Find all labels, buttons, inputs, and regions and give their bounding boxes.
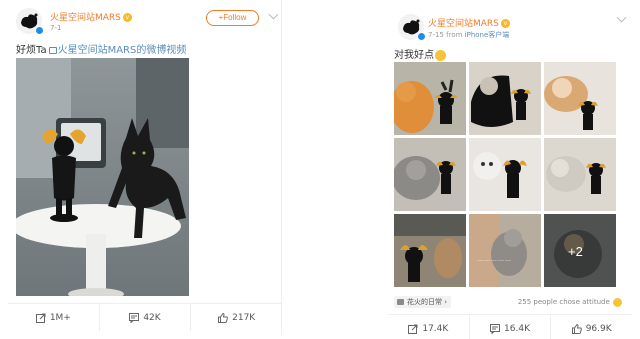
verified-badge-icon [35, 26, 44, 35]
like-button[interactable]: 96.9K [551, 315, 632, 339]
follow-button[interactable]: +Follow [206, 10, 259, 26]
left-post-card: 火星空间站MARS v 7-1 +Follow 好烦Ta 火星空间站MARS的微博视… [8, 0, 282, 335]
topic-label: 花火的日常 [407, 298, 442, 306]
photo-8[interactable]: …………… [469, 214, 541, 287]
camera-icon [397, 299, 404, 305]
photo-2[interactable] [469, 62, 541, 135]
repost-icon [408, 324, 418, 334]
comment-icon [129, 312, 140, 323]
vip-badge-icon: v [500, 19, 510, 28]
video-player[interactable] [16, 58, 189, 296]
source-prefix: from [446, 31, 463, 39]
video-link-icon [48, 46, 57, 54]
like-count: 217K [232, 312, 256, 323]
action-bar: 1M+ 42K 217K [8, 303, 282, 331]
comment-count: 16.4K [504, 323, 530, 334]
chevron-down-icon[interactable] [616, 12, 627, 23]
photo-4[interactable] [394, 138, 466, 211]
thumbs-up-icon [218, 312, 228, 323]
photo-9[interactable]: +2 [544, 214, 616, 287]
post-source[interactable]: iPhone客户端 [465, 31, 510, 39]
repost-icon [35, 313, 46, 323]
photo-grid: …………… +2 [394, 62, 617, 287]
comment-count: 42K [143, 312, 161, 323]
photo-5[interactable] [469, 138, 541, 211]
more-photos-badge[interactable]: +2 [568, 244, 583, 259]
repost-button[interactable]: 1M+ [8, 304, 100, 331]
right-post-card: 火星空间站MARS v 7-15 from iPhone客户端 对我好点 ………… [388, 0, 632, 339]
topic-tag[interactable]: 花火的日常 › [394, 296, 452, 308]
photo-overlay-caption: …………… [477, 256, 512, 263]
thumbs-up-icon [571, 323, 582, 334]
chevron-down-icon[interactable] [268, 9, 279, 20]
post-date[interactable]: 7-1 [50, 24, 61, 32]
action-bar: 17.4K 16.4K 96.9K [388, 314, 632, 339]
post-text-prefix: 好烦Ta [16, 45, 47, 56]
repost-button[interactable]: 17.4K [388, 315, 470, 339]
user-name[interactable]: 火星空间站MARS v [428, 16, 510, 29]
topic-row: 花火的日常 › 255 people chose attitude [394, 296, 622, 308]
emoji-icon [435, 49, 446, 61]
verified-badge-icon [417, 32, 426, 41]
video-link[interactable]: 火星空间站MARS的微博视频 [58, 45, 187, 56]
photo-3[interactable] [544, 62, 616, 135]
post-text: 对我好点 [394, 46, 446, 61]
post-text: 好烦Ta 火星空间站MARS的微博视频 [16, 41, 186, 56]
photo-1[interactable] [394, 62, 466, 135]
repost-count: 1M+ [49, 312, 71, 323]
post-meta: 7-15 from iPhone客户端 [428, 30, 509, 40]
vip-badge-icon: v [122, 13, 132, 22]
comment-button[interactable]: 42K [100, 304, 192, 331]
comment-button[interactable]: 16.4K [470, 315, 552, 339]
repost-count: 17.4K [422, 323, 449, 334]
comment-icon [490, 323, 501, 334]
post-date[interactable]: 7-15 [428, 31, 444, 39]
like-count: 96.9K [585, 323, 612, 334]
user-name[interactable]: 火星空间站MARS v [50, 10, 132, 23]
photo-6[interactable] [544, 138, 616, 211]
like-button[interactable]: 217K [191, 304, 282, 331]
attitude-emoji-icon [613, 297, 622, 307]
photo-7[interactable] [394, 214, 466, 287]
attitude-summary[interactable]: 255 people chose attitude [518, 296, 622, 308]
